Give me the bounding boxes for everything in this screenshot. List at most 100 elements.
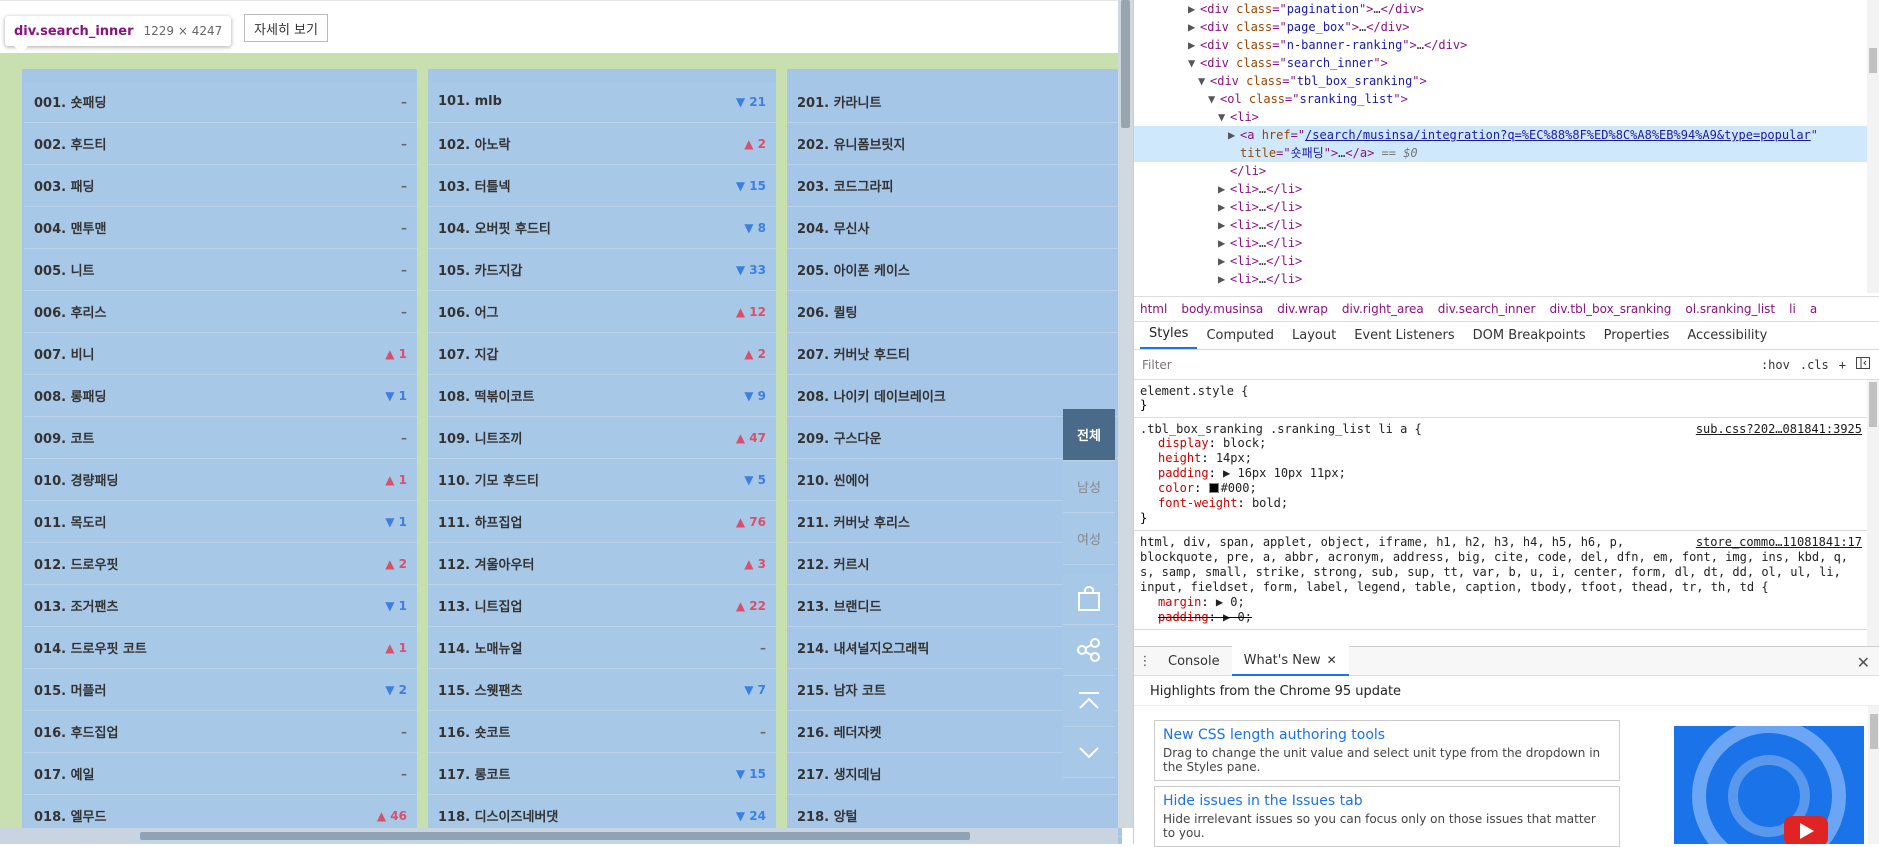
expand-toggle-icon[interactable]: ▶ (1218, 198, 1230, 216)
dom-node[interactable]: title="숏패딩">…</a> == $0 (1134, 144, 1879, 162)
css-rule[interactable]: store_commo…11081841:17 html, div, span, … (1134, 531, 1868, 630)
ranking-item[interactable]: 011. 목도리 ▼ 1 (24, 501, 417, 543)
ranking-item[interactable]: 203. 코드그라피 (787, 165, 1122, 207)
dom-node[interactable]: ▶ <li>…</li> (1134, 180, 1879, 198)
css-property[interactable]: color: #000; (1140, 481, 1862, 496)
breadcrumb-item[interactable]: li (1789, 302, 1796, 316)
detail-view-button[interactable]: 자세히 보기 (244, 14, 328, 42)
close-drawer-icon[interactable]: ✕ (1857, 653, 1870, 672)
ranking-item[interactable]: 204. 무신사 (787, 207, 1122, 249)
close-tab-icon[interactable]: ✕ (1327, 653, 1337, 667)
element-style-rule[interactable]: element.style { } (1134, 380, 1868, 418)
expand-toggle-icon[interactable]: ▶ (1218, 216, 1230, 234)
dom-node[interactable]: ▼ <div class="search_inner"> (1134, 54, 1879, 72)
ranking-item[interactable]: 006. 후리스 – (24, 291, 417, 333)
ranking-item[interactable]: 017. 예일 – (24, 753, 417, 795)
breadcrumb-item[interactable]: ol.sranking_list (1685, 302, 1775, 316)
ranking-item[interactable]: 107. 지갑 ▲ 2 (428, 333, 776, 375)
styles-filter-input[interactable]: Filter (1142, 358, 1761, 372)
share-icon[interactable] (1063, 625, 1115, 676)
ranking-item[interactable]: 015. 머플러 ▼ 2 (24, 669, 417, 711)
ranking-item[interactable]: 205. 아이폰 케이스 (787, 249, 1122, 291)
dom-node[interactable]: ▶ <li>…</li> (1134, 252, 1879, 270)
ranking-item[interactable]: 108. 떡볶이코트 ▼ 9 (428, 375, 776, 417)
dom-node[interactable]: ▶ <li>…</li> (1134, 198, 1879, 216)
breadcrumb-item[interactable]: a (1810, 302, 1817, 316)
new-rule-button[interactable]: + (1839, 358, 1846, 372)
tab-layout[interactable]: Layout (1283, 328, 1345, 349)
breadcrumb-item[interactable]: div.wrap (1277, 302, 1328, 316)
css-property[interactable]: font-weight: bold; (1140, 496, 1862, 511)
ranking-item[interactable]: 005. 니트 – (24, 249, 417, 291)
side-tab[interactable]: 남성 (1063, 461, 1115, 513)
color-swatch[interactable] (1208, 483, 1219, 493)
ranking-item[interactable]: 102. 아노락 ▲ 2 (428, 123, 776, 165)
ranking-item[interactable]: 101. mlb ▼ 21 (428, 81, 776, 123)
tab-styles[interactable]: Styles (1140, 326, 1198, 349)
card-title[interactable]: Hide issues in the Issues tab (1163, 793, 1611, 809)
whats-new-card[interactable]: Hide issues in the Issues tab Hide irrel… (1154, 786, 1620, 847)
dom-node[interactable]: ▶ <li>…</li> (1134, 216, 1879, 234)
rule-source-link[interactable]: store_commo…11081841:17 (1696, 535, 1862, 550)
expand-toggle-icon[interactable]: ▶ (1228, 126, 1240, 144)
scroll-down-icon[interactable] (1063, 727, 1115, 778)
scroll-top-icon[interactable] (1063, 676, 1115, 727)
ranking-item[interactable]: 012. 드로우핏 ▲ 2 (24, 543, 417, 585)
breadcrumb-item[interactable]: html (1140, 302, 1167, 316)
expand-toggle-icon[interactable]: ▶ (1218, 270, 1230, 288)
expand-toggle-icon[interactable]: ▼ (1218, 108, 1230, 126)
ranking-item[interactable]: 111. 하프집업 ▲ 76 (428, 501, 776, 543)
ranking-item[interactable]: 003. 패딩 – (24, 165, 417, 207)
ranking-item[interactable]: 206. 퀼팅 (787, 291, 1122, 333)
tab-properties[interactable]: Properties (1595, 328, 1679, 349)
dom-node[interactable]: ▶ <li>…</li> (1134, 234, 1879, 252)
scrollbar-thumb[interactable] (1869, 48, 1877, 73)
ranking-item[interactable]: 009. 코트 – (24, 417, 417, 459)
dom-node[interactable]: ▼ <li> (1134, 108, 1879, 126)
drawer-menu-icon[interactable]: ⋮ (1134, 654, 1156, 669)
tab-accessibility[interactable]: Accessibility (1678, 328, 1776, 349)
ranking-item[interactable]: 007. 비니 ▲ 1 (24, 333, 417, 375)
ranking-item[interactable]: 116. 숏코트 – (428, 711, 776, 753)
scrollbar-thumb[interactable] (1870, 714, 1878, 749)
css-property[interactable]: padding: ▶ 16px 10px 11px; (1140, 466, 1862, 481)
ranking-item[interactable]: 014. 드로우핏 코트 ▲ 1 (24, 627, 417, 669)
dom-node[interactable]: </li> (1134, 162, 1879, 180)
hover-state-toggle[interactable]: :hov (1761, 358, 1790, 372)
ranking-item[interactable]: 013. 조거팬츠 ▼ 1 (24, 585, 417, 627)
expand-toggle-icon[interactable]: ▶ (1188, 0, 1200, 18)
rule-source-link[interactable]: sub.css?202…081841:3925 (1696, 422, 1862, 436)
css-property[interactable]: display: block; (1140, 436, 1862, 451)
ranking-item[interactable]: 105. 카드지갑 ▼ 33 (428, 249, 776, 291)
expand-toggle-icon[interactable]: ▼ (1198, 72, 1210, 90)
dom-node[interactable]: ▶ <div class="n-banner-ranking">…</div> (1134, 36, 1879, 54)
whats-new-card[interactable]: New CSS length authoring tools Drag to c… (1154, 720, 1620, 781)
tab-event-listeners[interactable]: Event Listeners (1345, 328, 1463, 349)
ranking-item[interactable]: 110. 기모 후드티 ▼ 5 (428, 459, 776, 501)
ranking-item[interactable]: 114. 노매뉴얼 – (428, 627, 776, 669)
css-property[interactable]: height: 14px; (1140, 451, 1862, 466)
side-tab[interactable]: 여성 (1063, 513, 1115, 565)
breadcrumb-item[interactable]: div.right_area (1342, 302, 1424, 316)
tab-console[interactable]: Console (1156, 646, 1232, 676)
styles-scrollbar[interactable] (1867, 380, 1879, 646)
ranking-item[interactable]: 112. 겨울아우터 ▲ 3 (428, 543, 776, 585)
ranking-item[interactable]: 202. 유니폼브릿지 (787, 123, 1122, 165)
expand-toggle-icon[interactable]: ▶ (1218, 234, 1230, 252)
card-title[interactable]: New CSS length authoring tools (1163, 727, 1611, 743)
dom-node[interactable]: ▶ <a href="/search/musinsa/integration?q=… (1134, 126, 1879, 144)
ranking-item[interactable]: 104. 오버핏 후드티 ▼ 8 (428, 207, 776, 249)
ranking-item[interactable]: 002. 후드티 – (24, 123, 417, 165)
ranking-item[interactable]: 117. 롱코트 ▼ 15 (428, 753, 776, 795)
css-property[interactable]: margin: ▶ 0; (1140, 595, 1862, 610)
expand-toggle-icon[interactable]: ▼ (1208, 90, 1220, 108)
dom-node[interactable]: ▼ <ol class="sranking_list"> (1134, 90, 1879, 108)
whats-new-scrollbar[interactable] (1868, 706, 1879, 844)
class-toggle[interactable]: .cls (1800, 358, 1829, 372)
whats-new-video-thumbnail[interactable] (1674, 726, 1864, 844)
ranking-item[interactable]: 008. 롱패딩 ▼ 1 (24, 375, 417, 417)
bag-icon[interactable] (1063, 574, 1115, 625)
ranking-item[interactable]: 115. 스웻팬츠 ▼ 7 (428, 669, 776, 711)
breadcrumb-item[interactable]: div.search_inner (1438, 302, 1536, 316)
scrollbar-thumb[interactable] (1869, 382, 1877, 427)
